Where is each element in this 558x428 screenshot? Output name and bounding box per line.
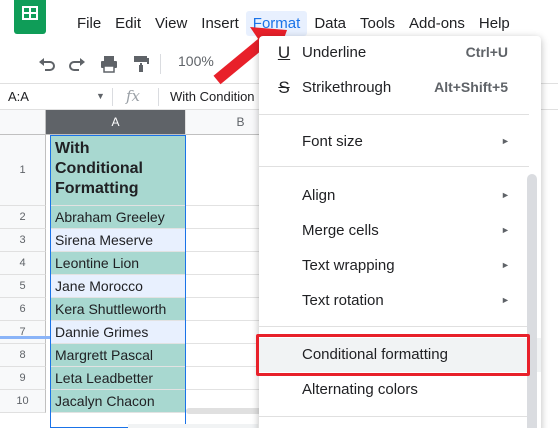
undo-icon[interactable] [37, 54, 57, 74]
paint-format-icon[interactable] [131, 54, 151, 74]
cell-a1[interactable]: With Conditional Formatting [51, 136, 185, 206]
menu-divider [259, 416, 529, 417]
fx-icon: fx [126, 87, 141, 105]
row-header-10[interactable]: 10 [0, 390, 46, 413]
strikethrough-icon: S [278, 78, 290, 97]
menu-item-merge-cells[interactable]: Merge cells ► [259, 214, 541, 248]
menu-item-align[interactable]: Align ► [259, 179, 541, 213]
menu-scrollbar[interactable] [527, 174, 537, 428]
alternating-colors-label: Alternating colors [302, 381, 418, 398]
sheet-tab-strip [128, 424, 258, 428]
strikethrough-shortcut: Alt+Shift+5 [434, 79, 508, 95]
submenu-arrow-icon: ► [501, 190, 510, 200]
menu-view[interactable]: View [148, 11, 194, 36]
menu-item-underline[interactable]: U Underline Ctrl+U [259, 36, 541, 70]
cell-a2[interactable]: Abraham Greeley [51, 206, 185, 229]
name-box[interactable]: A:A [8, 89, 29, 104]
underline-label: Underline [302, 44, 367, 61]
menu-divider [259, 326, 529, 327]
cell-a6[interactable]: Kera Shuttleworth [51, 298, 185, 321]
cell-a3[interactable]: Sirena Meserve [51, 229, 185, 252]
print-icon[interactable] [99, 54, 119, 74]
row-header-8[interactable]: 8 [0, 344, 46, 367]
name-box-divider [112, 88, 113, 106]
menu-divider [259, 114, 529, 115]
menu-help[interactable]: Help [472, 11, 517, 36]
toolbar-divider [160, 54, 161, 74]
menu-item-text-rotation[interactable]: Text rotation ► [259, 284, 541, 318]
menu-item-alternating-colors[interactable]: Alternating colors [259, 373, 541, 407]
merge-cells-label: Merge cells [302, 222, 379, 239]
row-header-5[interactable]: 5 [0, 275, 46, 298]
row-header-4[interactable]: 4 [0, 252, 46, 275]
cell-a4[interactable]: Leontine Lion [51, 252, 185, 275]
row-header-3[interactable]: 3 [0, 229, 46, 252]
menu-addons[interactable]: Add-ons [402, 11, 472, 36]
row-header-7[interactable]: 7 [0, 321, 46, 344]
column-header-a[interactable]: A [46, 110, 186, 135]
menu-file[interactable]: File [70, 11, 108, 36]
font-size-label: Font size [302, 133, 363, 150]
cell-a8[interactable]: Margrett Pascal [51, 344, 185, 367]
menu-divider [259, 166, 529, 167]
underline-shortcut: Ctrl+U [465, 44, 508, 60]
menu-item-strikethrough[interactable]: S Strikethrough Alt+Shift+5 [259, 71, 541, 105]
strikethrough-label: Strikethrough [302, 79, 392, 96]
select-all-corner[interactable] [0, 110, 46, 135]
menu-edit[interactable]: Edit [108, 11, 148, 36]
cell-a10[interactable]: Jacalyn Chacon [51, 390, 185, 413]
submenu-arrow-icon: ► [501, 225, 510, 235]
submenu-arrow-icon: ► [501, 136, 510, 146]
align-label: Align [302, 187, 336, 204]
freeze-row-handle[interactable] [0, 336, 50, 339]
cell-a7[interactable]: Dannie Grimes [51, 321, 185, 344]
redo-icon[interactable] [67, 54, 87, 74]
text-wrapping-label: Text wrapping [302, 257, 395, 274]
text-rotation-label: Text rotation [302, 292, 384, 309]
cell-a9[interactable]: Leta Leadbetter [51, 367, 185, 390]
red-highlight-annotation [256, 334, 530, 376]
cell-a5[interactable]: Jane Morocco [51, 275, 185, 298]
sheets-logo-icon[interactable] [14, 0, 46, 34]
menu-tools[interactable]: Tools [353, 11, 402, 36]
menu-item-text-wrapping[interactable]: Text wrapping ► [259, 249, 541, 283]
submenu-arrow-icon: ► [501, 295, 510, 305]
submenu-arrow-icon: ► [501, 260, 510, 270]
row-header-1[interactable]: 1 [0, 135, 46, 206]
fx-divider [158, 88, 159, 106]
row-header-6[interactable]: 6 [0, 298, 46, 321]
row-header-9[interactable]: 9 [0, 367, 46, 390]
name-box-dropdown-icon[interactable]: ▼ [96, 91, 105, 101]
row-header-2[interactable]: 2 [0, 206, 46, 229]
underline-icon: U [277, 43, 291, 62]
menu-data[interactable]: Data [307, 11, 353, 36]
menu-item-font-size[interactable]: Font size ► [259, 125, 541, 159]
